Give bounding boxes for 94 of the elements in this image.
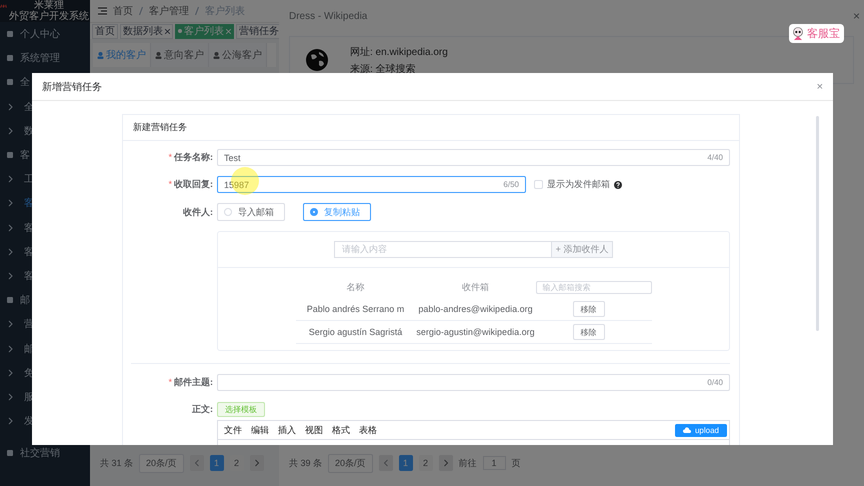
chevron-icon [8,368,14,377]
card-title: 新建营销任务 [123,115,739,141]
menu-item[interactable]: 表格 [359,424,377,436]
chevron-icon [8,392,14,401]
sidebar-item[interactable]: 邮 [0,288,90,312]
globe-icon [306,49,328,71]
chevron-icon [8,199,14,208]
sidebar-item[interactable]: 客 [0,142,90,168]
logo-title: 米莱狸 [34,0,64,11]
site-url: 网址: en.wikipedia.org [350,46,448,58]
scrollbar[interactable] [816,116,819,331]
recipient-input[interactable]: 请输入内容 [334,241,551,258]
menu-icon [6,78,14,86]
menu-icon [6,296,14,304]
close-icon[interactable]: × [852,9,860,23]
page-tag[interactable]: 首页 [92,24,118,38]
column-header: 收件箱 [461,280,490,294]
menu-icon [6,449,14,458]
field-label: * 收取回复: [167,178,214,191]
breadcrumb-separator [195,7,199,15]
sidebar-item[interactable]: 系统管理 [0,46,90,70]
field-label: * 任务名称: [167,151,214,164]
column-header: 名称 [346,280,366,294]
user-icon [213,52,220,58]
menu-icon [6,54,14,62]
user-icon [155,52,162,58]
user-icon [97,52,104,58]
chevron-icon [8,126,14,135]
radio-option[interactable]: 导入邮箱 [217,203,285,221]
customer-tab[interactable]: 意向客户 [151,43,209,67]
logo-subtitle: 外贸客户开发系统 [9,11,89,22]
chevron-icon [8,224,14,232]
page-tag[interactable]: 客户列表 [175,24,234,38]
close-icon[interactable]: × [816,80,823,92]
chevron-icon [8,102,14,111]
mascot-icon [791,26,805,40]
drawer-title: Dress - Wikipedia [289,10,368,22]
breadcrumb-link[interactable]: 客户管理 [149,4,189,18]
radio-option[interactable]: 复制粘贴 [303,203,371,221]
menu-item[interactable]: 视图 [305,424,323,436]
menu-item[interactable]: 文件 [224,424,242,436]
search-field[interactable]: 输入邮箱搜索 [536,280,652,294]
sidebar-item[interactable]: 个人中心 [0,22,90,46]
chevron-icon [8,248,14,256]
template-button[interactable]: 选择模板 [217,402,265,417]
customer-tab[interactable]: 公海客户 [209,43,267,67]
page-tag[interactable]: 数据列表 [120,24,173,38]
checkbox[interactable]: 显示为发件邮箱 [534,178,622,191]
logo-icon [0,4,8,9]
page-button[interactable]: 1 [398,455,413,471]
page-button[interactable]: 2 [418,455,433,471]
table-cell-text: Sergio agustín Sagristá [308,327,404,337]
rich-text-editor[interactable]: 文件 编辑 插入 视图 格式 表格 upload [217,420,730,445]
remove-button[interactable]: 移除 [572,301,604,317]
total-count: 共 31 条 [100,456,134,470]
help-icon [614,180,622,188]
page-size-select[interactable]: 20条/页 [139,454,184,472]
menu-item[interactable]: 插入 [278,424,296,436]
page-size-select[interactable]: 20条/页 [328,454,373,472]
chevron-icon [8,320,14,328]
cloud-icon [682,427,691,433]
input-field[interactable]: 0/40 [217,374,730,391]
remove-button[interactable]: 移除 [572,324,604,340]
menu-item[interactable]: 编辑 [251,424,269,436]
field-label: * 邮件主题: [167,376,214,389]
page-button[interactable]: 1 [210,455,224,471]
goto-label: 前往 [458,456,477,470]
table-cell-text: Pablo andrés Serrano m [306,304,406,314]
menu-icon [6,30,14,38]
chevron-icon [8,272,14,280]
menu-item[interactable]: 格式 [332,424,350,436]
chevron-icon [8,417,14,426]
page-suffix: 页 [512,456,521,470]
dot-icon [178,29,182,33]
field-label: 正文: [191,403,214,416]
menu-icon [6,151,14,160]
chevron-icon [8,344,14,353]
dialog-title: 新增营销任务 [42,80,102,94]
sidebar-item[interactable]: 社交营销 [0,441,90,466]
breadcrumb-link[interactable]: 首页 [113,4,133,18]
support-badge[interactable]: 客服宝 [789,24,844,43]
add-recipient-button[interactable]: + 添加收件人 [551,241,613,258]
upload-button[interactable]: upload [674,424,727,436]
table-cell: sergio-agustin@wikipedia.org [416,327,536,337]
total-count: 共 39 条 [289,456,322,470]
goto-field[interactable]: 1 [482,456,506,470]
input-field[interactable]: Test 4/40 [217,149,730,166]
source-text: 来源: 全球搜索 [350,62,417,76]
chevron-icon [8,175,14,184]
field-label: 收件人: [182,206,214,218]
close-icon[interactable] [165,28,170,34]
table-cell-text: pablo-andres@wikipedia.org [417,304,534,314]
menu-icon[interactable] [98,7,107,15]
breadcrumb-separator [139,7,143,15]
